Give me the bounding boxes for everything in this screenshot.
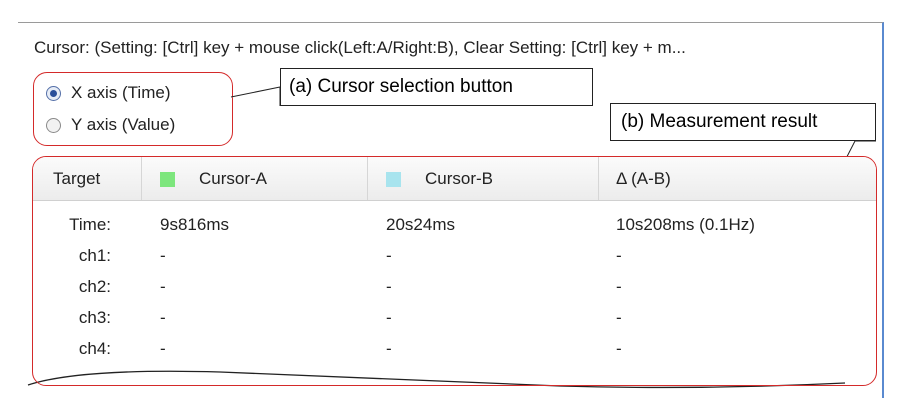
results-table-header: Target Cursor-A Cursor-B Δ (A-B): [33, 157, 876, 201]
column-divider[interactable]: [141, 157, 142, 200]
cursor-b-header-label: Cursor-B: [425, 169, 494, 188]
cursor-b-color-swatch: [386, 171, 401, 187]
cursor-a-value: -: [160, 277, 166, 296]
x-axis-radio-label: X axis (Time): [71, 83, 171, 102]
table-row: Time: 9s816ms 20s24ms 10s208ms (0.1Hz): [33, 211, 876, 242]
cursor-b-value: 20s24ms: [386, 215, 455, 234]
cursor-a-color-swatch: [160, 171, 175, 187]
table-row: ch4: - - -: [33, 335, 876, 366]
cursor-a-value: -: [160, 246, 166, 265]
cursor-a-header-label: Cursor-A: [199, 169, 268, 188]
callout-a-cursor-selection: (a) Cursor selection button: [280, 68, 593, 106]
row-label: ch1:: [78, 246, 111, 265]
column-divider[interactable]: [598, 157, 599, 200]
delta-value: 10s208ms (0.1Hz): [616, 215, 755, 234]
delta-value: -: [616, 277, 622, 296]
delta-value: -: [616, 246, 622, 265]
measurement-result-area: Target Cursor-A Cursor-B Δ (A-B) Time: 9…: [32, 156, 877, 386]
cursor-b-value: -: [386, 246, 392, 265]
header-cursor-a: Cursor-A: [160, 169, 267, 189]
row-label: ch2:: [78, 277, 111, 296]
cursor-b-value: -: [386, 308, 392, 327]
cursor-a-value: -: [160, 308, 166, 327]
cursor-hint-text: Cursor: (Setting: [Ctrl] key + mouse cli…: [34, 38, 686, 57]
row-label: ch4:: [78, 339, 111, 358]
cursor-selection-group: X axis (Time) Y axis (Value): [33, 72, 233, 146]
row-label: Time:: [69, 215, 111, 234]
cursor-b-value: -: [386, 339, 392, 358]
cursor-b-value: -: [386, 277, 392, 296]
table-row: ch3: - - -: [33, 304, 876, 335]
x-axis-radio-option[interactable]: X axis (Time): [46, 83, 171, 103]
cursor-a-value: 9s816ms: [160, 215, 229, 234]
x-axis-radio-button[interactable]: [46, 85, 61, 101]
delta-value: -: [616, 308, 622, 327]
column-divider[interactable]: [367, 157, 368, 200]
header-delta: Δ (A-B): [616, 169, 671, 188]
y-axis-radio-option[interactable]: Y axis (Value): [46, 115, 175, 135]
header-target: Target: [53, 169, 101, 188]
table-row: ch1: - - -: [33, 242, 876, 273]
delta-value: -: [616, 339, 622, 358]
cursor-a-value: -: [160, 339, 166, 358]
callout-b-measurement-result: (b) Measurement result: [610, 103, 876, 141]
y-axis-radio-label: Y axis (Value): [71, 115, 176, 134]
header-cursor-b: Cursor-B: [386, 169, 493, 189]
row-label: ch3:: [78, 308, 111, 327]
y-axis-radio-button[interactable]: [46, 117, 61, 133]
table-row: ch2: - - -: [33, 273, 876, 304]
